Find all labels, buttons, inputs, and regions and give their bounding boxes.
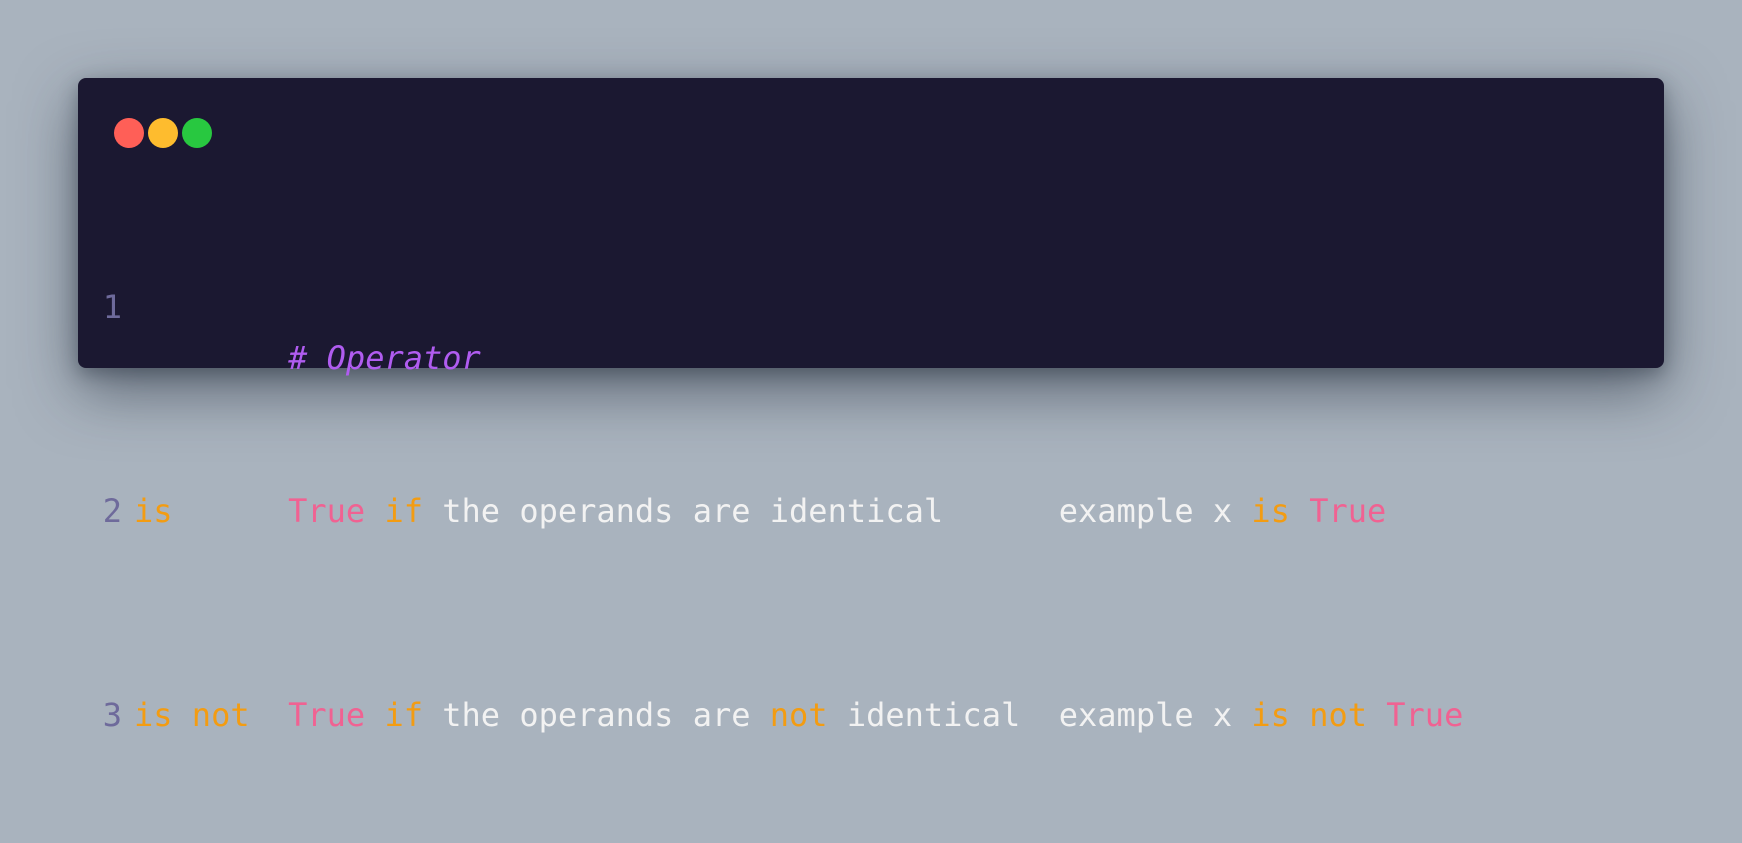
boolean-token: True [1309, 492, 1387, 530]
code-block: 1 # Operator 2 is True if the operands a… [78, 180, 1464, 843]
line-number: 2 [102, 492, 122, 530]
keyword-token: if [384, 492, 423, 530]
minimize-dot-icon[interactable] [148, 118, 178, 148]
line-number: 3 [102, 696, 122, 734]
line-content: is True if the operands are identical ex… [134, 486, 1386, 537]
text-token: the operands are identical example x [422, 492, 1252, 530]
code-line: 3 is not True if the operands are not id… [78, 690, 1464, 741]
text-token: identical example x [827, 696, 1252, 734]
line-number: 1 [102, 288, 122, 326]
keyword-token: is [134, 492, 173, 530]
line-content: is not True if the operands are not iden… [134, 690, 1463, 741]
keyword-token: is [1251, 696, 1290, 734]
maximize-dot-icon[interactable] [182, 118, 212, 148]
keyword-token: if [384, 696, 423, 734]
keyword-token: not [191, 696, 250, 734]
keyword-token: not [769, 696, 828, 734]
boolean-token: True [1386, 696, 1464, 734]
comment-token: # Operator [288, 339, 481, 377]
line-content: # Operator [134, 282, 481, 377]
keyword-token: is [134, 696, 173, 734]
text-token: the operands are [422, 696, 770, 734]
code-line: 2 is True if the operands are identical … [78, 486, 1463, 537]
keyword-token: not [1309, 696, 1367, 734]
code-window: 1 # Operator 2 is True if the operands a… [78, 78, 1664, 734]
boolean-token: True [288, 696, 366, 734]
boolean-token: True [288, 492, 366, 530]
keyword-token: is [1251, 492, 1290, 530]
window-controls [114, 118, 212, 148]
code-line: 1 # Operator [78, 282, 1463, 377]
close-dot-icon[interactable] [114, 118, 144, 148]
